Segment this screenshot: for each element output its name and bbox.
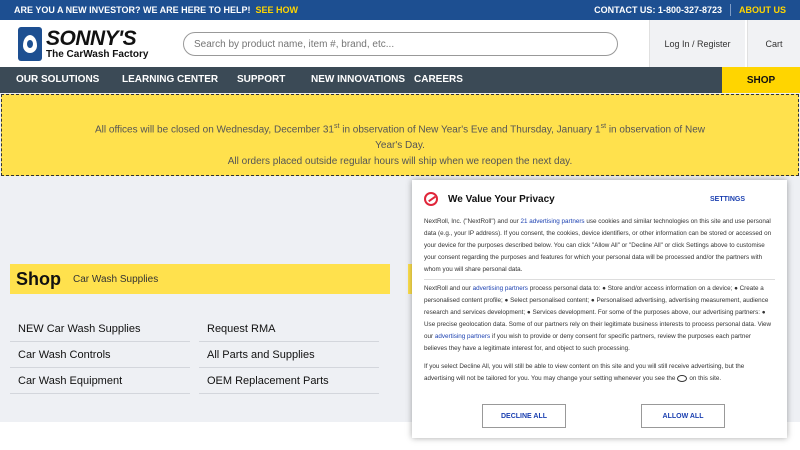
link-car-wash-equipment[interactable]: Car Wash Equipment	[10, 368, 190, 394]
shop-subtitle: Car Wash Supplies	[73, 273, 159, 285]
about-us-link[interactable]: ABOUT US	[739, 5, 786, 15]
nav-shop-button[interactable]: SHOP	[722, 67, 800, 93]
privacy-paragraph-2: NextRoll and our advertising partners pr…	[424, 285, 772, 352]
logo-sub-text: The CarWash Factory	[46, 49, 149, 60]
investor-text: ARE YOU A NEW INVESTOR? WE ARE HERE TO H…	[14, 5, 251, 15]
advertising-partners-link-2[interactable]: advertising partners	[473, 285, 528, 292]
advertising-partners-link-3[interactable]: advertising partners	[435, 333, 490, 340]
divider	[424, 279, 775, 280]
shop-banner: Shop Car Wash Supplies	[10, 264, 390, 294]
divider	[730, 4, 731, 16]
privacy-paragraph-1: NextRoll, Inc. ("NextRoll") and our 21 a…	[424, 218, 772, 273]
cart-button[interactable]: Cart	[747, 20, 800, 67]
privacy-paragraph-3: If you select Decline All, you will stil…	[424, 363, 745, 382]
logo-main-text: SONNY'S	[46, 27, 137, 50]
logo-drop-icon	[18, 27, 42, 61]
nav-learning-center[interactable]: LEARNING CENTER	[122, 74, 218, 85]
main-nav: OUR SOLUTIONS LEARNING CENTER SUPPORT NE…	[0, 67, 800, 93]
nav-new-innovations[interactable]: NEW INNOVATIONS	[311, 74, 405, 85]
advertising-partners-link[interactable]: 21 advertising partners	[521, 218, 585, 225]
link-oem-replacement-parts[interactable]: OEM Replacement Parts	[199, 368, 379, 394]
privacy-mini-icon	[677, 374, 688, 382]
link-car-wash-controls[interactable]: Car Wash Controls	[10, 342, 190, 368]
nav-support[interactable]: SUPPORT	[237, 74, 285, 85]
nextroll-icon	[424, 192, 438, 206]
holiday-notice: All offices will be closed on Wednesday,…	[1, 94, 799, 176]
sonnys-logo[interactable]: SONNY'S The CarWash Factory	[18, 26, 148, 62]
privacy-consent-dialog: We Value Your Privacy SETTINGS NextRoll,…	[412, 180, 787, 438]
privacy-title: We Value Your Privacy	[448, 193, 555, 205]
notice-line-2: All orders placed outside regular hours …	[227, 156, 573, 168]
link-new-car-wash-supplies[interactable]: NEW Car Wash Supplies	[10, 316, 190, 342]
notice-line-1: All offices will be closed on Wednesday,…	[94, 123, 705, 152]
nav-our-solutions[interactable]: OUR SOLUTIONS	[16, 74, 99, 85]
search-input[interactable]	[183, 32, 618, 56]
see-how-link[interactable]: SEE HOW	[256, 5, 299, 15]
contact-link[interactable]: CONTACT US: 1-800-327-8723	[594, 5, 722, 15]
login-register-button[interactable]: Log In / Register	[649, 20, 745, 67]
decline-all-button[interactable]: DECLINE ALL	[482, 404, 566, 428]
settings-link[interactable]: SETTINGS	[710, 196, 745, 203]
site-header: SONNY'S The CarWash Factory Log In / Reg…	[0, 20, 800, 67]
nav-careers[interactable]: CAREERS	[414, 74, 463, 85]
link-request-rma[interactable]: Request RMA	[199, 316, 379, 342]
allow-all-button[interactable]: ALLOW ALL	[641, 404, 725, 428]
shop-title: Shop	[16, 268, 61, 289]
link-all-parts-supplies[interactable]: All Parts and Supplies	[199, 342, 379, 368]
top-announcement-bar: ARE YOU A NEW INVESTOR? WE ARE HERE TO H…	[0, 0, 800, 20]
